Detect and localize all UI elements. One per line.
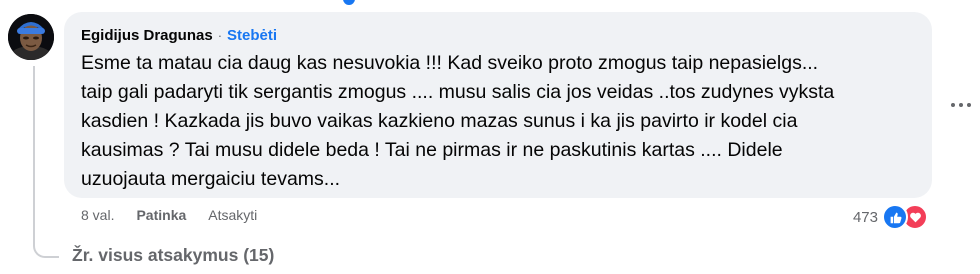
reaction-count: 473 [852, 208, 878, 226]
comment-text: Esme ta matau cia daug kas nesuvokia !!!… [81, 52, 835, 190]
comment-meta: Egidijus Dragunas · Stebėti [81, 24, 916, 46]
meta-separator: · [217, 27, 223, 43]
view-all-replies-link[interactable]: Žr. visus atsakymus (15) [72, 245, 274, 266]
more-options-icon[interactable] [946, 92, 976, 118]
reactions-summary[interactable]: 473 [853, 204, 928, 230]
like-button[interactable]: Patinka [136, 207, 186, 223]
thread-line-curve [33, 236, 59, 258]
thread-line [33, 66, 35, 246]
top-reaction-sliver [343, 0, 355, 5]
avatar[interactable] [8, 14, 54, 60]
comment-bubble: Egidijus Dragunas · Stebėti Esme ta mata… [64, 12, 932, 198]
comment-timestamp[interactable]: 8 val. [81, 207, 114, 223]
reply-button[interactable]: Atsakyti [208, 207, 257, 223]
follow-link[interactable]: Stebėti [227, 27, 277, 44]
like-icon [882, 204, 908, 230]
author-name[interactable]: Egidijus Dragunas [81, 27, 213, 44]
avatar-photo [8, 14, 54, 60]
comment-actions: 8 val. Patinka Atsakyti [81, 207, 257, 223]
